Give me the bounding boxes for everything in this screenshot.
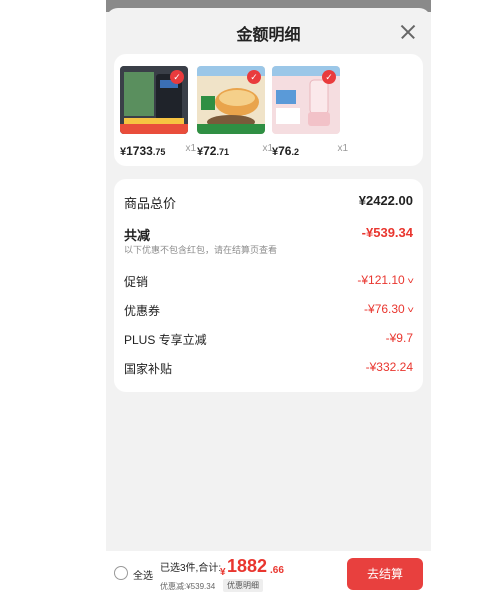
product-thumbnail[interactable]: ✓ — [272, 66, 340, 134]
amount-detail-sheet: 金额明细 ✓ ¥1733.75 x1 ✓ ¥72.71 x1 ✓ ¥76.2 x… — [106, 8, 431, 597]
product-price: ¥1733.75 x1 — [120, 143, 196, 158]
total-amount: 1882 — [227, 556, 268, 576]
select-all-label[interactable]: 全选 — [133, 567, 153, 582]
selection-summary: 已选3件,合计: — [160, 563, 222, 574]
select-all-radio[interactable] — [114, 566, 128, 580]
product-price: ¥72.71 x1 — [197, 143, 273, 158]
total-reduce-label: 共减 — [124, 228, 151, 243]
product-item-blender[interactable]: ✓ ¥76.2 x1 — [272, 66, 348, 158]
promo-value: -¥121.10 — [357, 273, 405, 287]
plus-value: -¥9.7 — [385, 331, 413, 345]
promo-label: 促销 — [124, 275, 149, 289]
close-icon[interactable] — [396, 20, 420, 44]
chevron-down-icon[interactable]: ˅ — [407, 276, 414, 286]
checkout-button[interactable]: 去结算 — [347, 558, 423, 590]
subsidy-label: 国家补贴 — [124, 362, 173, 376]
chevron-down-icon[interactable]: ˅ — [407, 305, 414, 315]
price-detail-card: 商品总价 ¥2422.00 共减 -¥539.34 以下优惠不包含红包，请在结算… — [114, 179, 423, 392]
total-reduce-value: -¥539.34 — [361, 225, 413, 240]
discount-summary: 优惠减:¥539.34 — [160, 582, 216, 591]
coupon-label: 优惠券 — [124, 304, 161, 318]
discount-note: 以下优惠不包含红包，请在结算页查看 — [124, 245, 278, 255]
phone-screen: 金额明细 ✓ ¥1733.75 x1 ✓ ¥72.71 x1 ✓ ¥76.2 x… — [106, 0, 431, 597]
goods-total-label: 商品总价 — [124, 196, 177, 211]
product-thumbnail[interactable]: ✓ — [197, 66, 265, 134]
checked-icon[interactable]: ✓ — [247, 70, 261, 84]
total-currency: ¥ — [220, 567, 226, 578]
product-price: ¥76.2 x1 — [272, 143, 348, 158]
checked-icon[interactable]: ✓ — [170, 70, 184, 84]
checkout-bar: 全选 已选3件,合计: ¥ 1882 .66 优惠减:¥539.34 优惠明细 … — [106, 551, 431, 597]
product-item-water-heater[interactable]: ✓ ¥1733.75 x1 — [120, 66, 196, 158]
total-amount-fraction: .66 — [270, 565, 284, 576]
product-item-cooker[interactable]: ✓ ¥72.71 x1 — [197, 66, 273, 158]
products-card: ✓ ¥1733.75 x1 ✓ ¥72.71 x1 ✓ ¥76.2 x1 — [114, 54, 423, 166]
plus-label: PLUS 专享立减 — [124, 333, 207, 347]
checked-icon[interactable]: ✓ — [322, 70, 336, 84]
product-quantity: x1 — [185, 143, 196, 154]
product-quantity: x1 — [337, 143, 348, 154]
coupon-value: -¥76.30 — [364, 302, 405, 316]
goods-total-value: ¥2422.00 — [358, 193, 413, 208]
subsidy-value: -¥332.24 — [365, 360, 413, 374]
sheet-title: 金额明细 — [236, 27, 301, 44]
product-thumbnail[interactable]: ✓ — [120, 66, 188, 134]
discount-detail-button[interactable]: 优惠明细 — [223, 579, 263, 592]
